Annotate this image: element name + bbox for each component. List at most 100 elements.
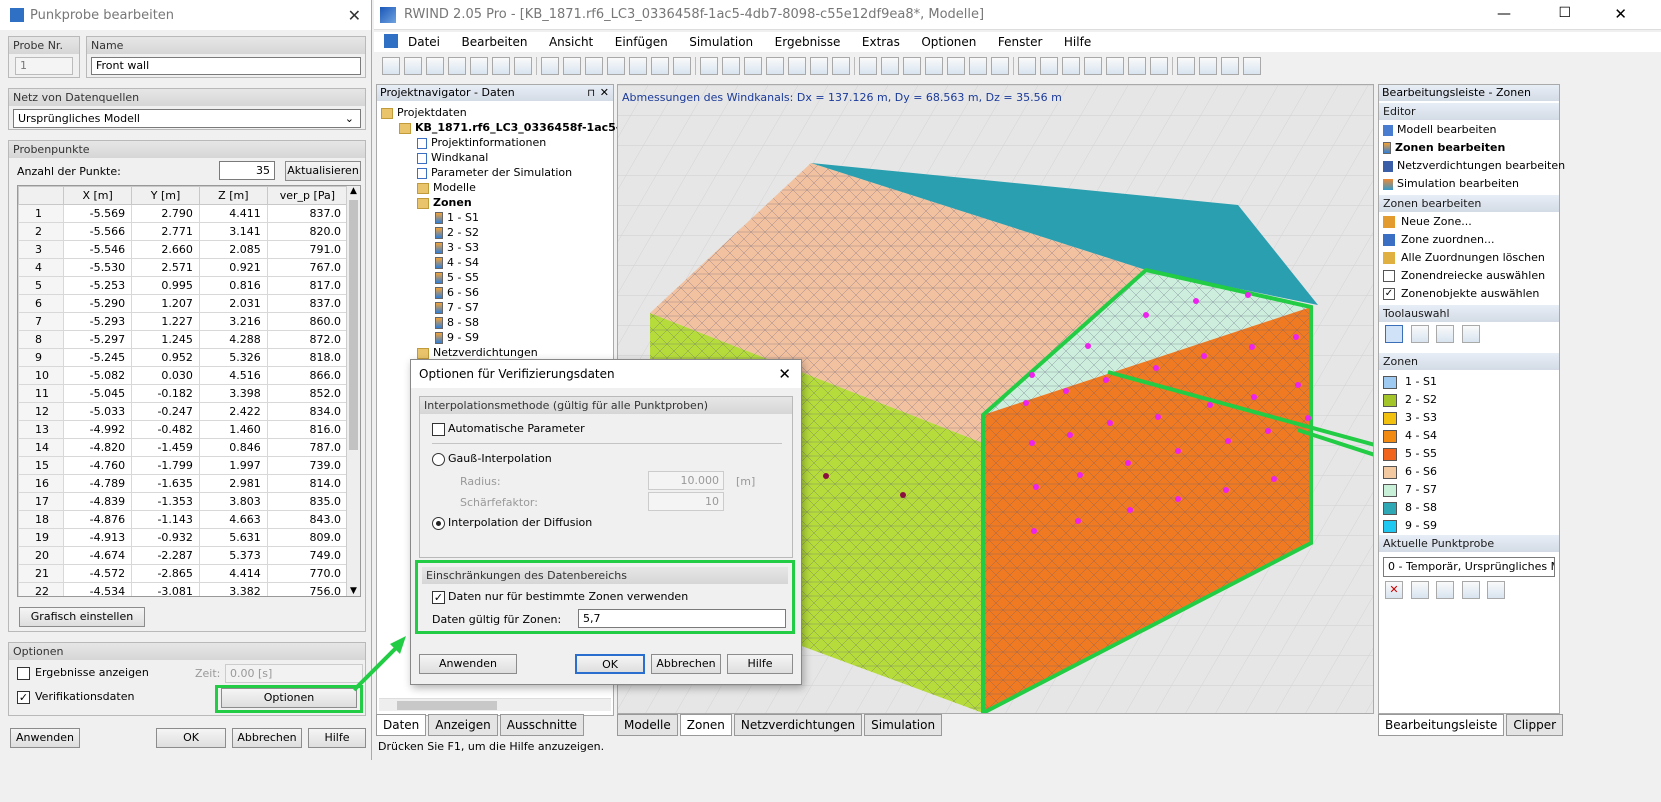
toolbar-button-icon[interactable] (607, 57, 625, 75)
toolbar-button-icon[interactable] (810, 57, 828, 75)
table-cell[interactable]: -5.297 (63, 330, 133, 349)
table-scrollbar[interactable]: ▲ ▼ (346, 186, 360, 596)
toolbar-button-icon[interactable] (722, 57, 740, 75)
table-cell[interactable]: 872.0 (266, 330, 349, 349)
table-cell[interactable]: -2.287 (131, 546, 200, 565)
auto-checkbox[interactable] (432, 423, 445, 436)
zone-list-item[interactable]: 5 - S5 (1383, 445, 1437, 462)
zone-list-item[interactable]: 1 - S1 (1383, 373, 1437, 390)
delete-icon[interactable]: ✕ (1385, 581, 1403, 599)
table-cell[interactable]: 1.227 (131, 312, 200, 331)
table-cell[interactable]: -5.566 (63, 222, 133, 241)
table-cell[interactable]: -4.839 (63, 492, 133, 511)
tree-item[interactable]: 1 - S1 (381, 210, 613, 225)
table-col-header[interactable]: Y [m] (131, 186, 200, 205)
table-cell[interactable]: 2.660 (131, 240, 200, 259)
table-row[interactable]: 21 -4.572 -2.865 4.414 770.0 (18, 564, 349, 583)
table-cell[interactable]: -5.253 (63, 276, 133, 295)
tab-simulation[interactable]: Simulation (864, 714, 943, 736)
toolbar-button-icon[interactable] (925, 57, 943, 75)
toolbar-button-icon[interactable] (426, 57, 444, 75)
tree-item[interactable]: Netzverdichtungen (381, 345, 613, 360)
table-cell[interactable]: -4.674 (63, 546, 133, 565)
table-row[interactable]: 22 -4.534 -3.081 3.382 756.0 (18, 582, 349, 596)
zone-list-item[interactable]: 6 - S6 (1383, 463, 1437, 480)
table-cell[interactable]: 814.0 (266, 474, 349, 493)
toolbar-button-icon[interactable] (492, 57, 510, 75)
table-cell[interactable]: 0.921 (198, 258, 268, 277)
toolbar-button-icon[interactable] (1106, 57, 1124, 75)
toolbar-button-icon[interactable] (514, 57, 532, 75)
toolbar-button-icon[interactable] (1128, 57, 1146, 75)
table-cell[interactable]: 3.216 (198, 312, 268, 331)
table-cell[interactable]: 0.995 (131, 276, 200, 295)
table-row[interactable]: 18 -4.876 -1.143 4.663 843.0 (18, 510, 349, 529)
toolbar-button-icon[interactable] (563, 57, 581, 75)
zone-action-item[interactable]: Alle Zuordnungen löschen (1383, 249, 1545, 266)
table-cell[interactable]: 1.207 (131, 294, 200, 313)
verif-anwenden-button[interactable]: Anwenden (419, 654, 517, 674)
tree-item[interactable]: 9 - S9 (381, 330, 613, 345)
menu-einfuegen[interactable]: Einfügen (615, 35, 668, 49)
table-cell[interactable]: 4.663 (198, 510, 268, 529)
toolbar-button-icon[interactable] (1150, 57, 1168, 75)
menu-extras[interactable]: Extras (862, 35, 900, 49)
table-row[interactable]: 17 -4.839 -1.353 3.803 835.0 (18, 492, 349, 511)
toolbar-button-icon[interactable] (585, 57, 603, 75)
table-cell[interactable]: 820.0 (266, 222, 349, 241)
menu-hilfe[interactable]: Hilfe (1064, 35, 1091, 49)
ergebnisse-checkbox[interactable] (17, 667, 30, 680)
toolauswahl-section[interactable]: Toolauswahl (1379, 305, 1559, 322)
table-cell[interactable]: -5.290 (63, 294, 133, 313)
point-tool-icon[interactable] (1436, 325, 1454, 343)
zonen-bearbeiten-section[interactable]: Zonen bearbeiten (1379, 195, 1559, 212)
table-row[interactable]: 16 -4.789 -1.635 2.981 814.0 (18, 474, 349, 493)
zone-list-item[interactable]: 2 - S2 (1383, 391, 1437, 408)
toolbar-button-icon[interactable] (382, 57, 400, 75)
toolbar-button-icon[interactable] (1221, 57, 1239, 75)
pick-icon[interactable] (1410, 581, 1429, 599)
toolbar-button-icon[interactable] (541, 57, 559, 75)
zone-list-item[interactable]: 3 - S3 (1383, 409, 1437, 426)
table-cell[interactable]: 749.0 (266, 546, 349, 565)
table-cell[interactable]: -3.081 (131, 582, 200, 596)
table-cell[interactable]: -5.293 (63, 312, 133, 331)
table-col-header[interactable]: X [m] (63, 186, 133, 205)
table-cell[interactable]: 817.0 (266, 276, 349, 295)
zone-list-item[interactable]: 4 - S4 (1383, 427, 1437, 444)
table-cell[interactable]: -4.876 (63, 510, 133, 529)
table-cell[interactable]: -2.865 (131, 564, 200, 583)
table-cell[interactable]: -5.082 (63, 366, 133, 385)
table-cell[interactable]: 0.846 (198, 438, 268, 457)
table-cell[interactable]: 2.031 (198, 294, 268, 313)
netz-select[interactable]: Ursprüngliches Modell ⌄ (13, 109, 361, 128)
table-cell[interactable]: 2.422 (198, 402, 268, 421)
gueltig-input[interactable]: 5,7 (578, 609, 786, 628)
table-cell[interactable]: -4.992 (63, 420, 133, 439)
table-row[interactable]: 14 -4.820 -1.459 0.846 787.0 (18, 438, 349, 457)
name-input[interactable]: Front wall (91, 57, 361, 75)
table-cell[interactable]: -4.534 (63, 582, 133, 596)
table-cell[interactable]: 4.288 (198, 330, 268, 349)
zone-action-item[interactable]: ✓ Zonenobjekte auswählen (1383, 285, 1539, 302)
editor-simulation[interactable]: Simulation bearbeiten (1383, 175, 1519, 192)
table-cell[interactable]: -5.569 (63, 204, 133, 223)
assign-tool-icon[interactable] (1461, 325, 1480, 343)
table-cell[interactable]: 2.981 (198, 474, 268, 493)
toolbar-button-icon[interactable] (1040, 57, 1058, 75)
menu-ergebnisse[interactable]: Ergebnisse (775, 35, 841, 49)
table-cell[interactable]: -0.247 (131, 402, 200, 421)
table-row[interactable]: 12 -5.033 -0.247 2.422 834.0 (18, 402, 349, 421)
toolbar-button-icon[interactable] (1018, 57, 1036, 75)
table-row[interactable]: 3 -5.546 2.660 2.085 791.0 (18, 240, 349, 259)
verifikation-checkbox[interactable]: ✓ (17, 691, 30, 704)
tab-clipper[interactable]: Clipper (1506, 714, 1564, 736)
tab-netzverdichtungen[interactable]: Netzverdichtungen (733, 714, 863, 736)
menu-simulation[interactable]: Simulation (689, 35, 753, 49)
toolbar-button-icon[interactable] (1199, 57, 1217, 75)
tree-item[interactable]: 5 - S5 (381, 270, 613, 285)
table-col-header[interactable]: Z [m] (198, 186, 268, 205)
table-cell[interactable]: -1.635 (131, 474, 200, 493)
table-cell[interactable]: -0.482 (131, 420, 200, 439)
zone-action-item[interactable]: Zonendreiecke auswählen (1383, 267, 1545, 284)
